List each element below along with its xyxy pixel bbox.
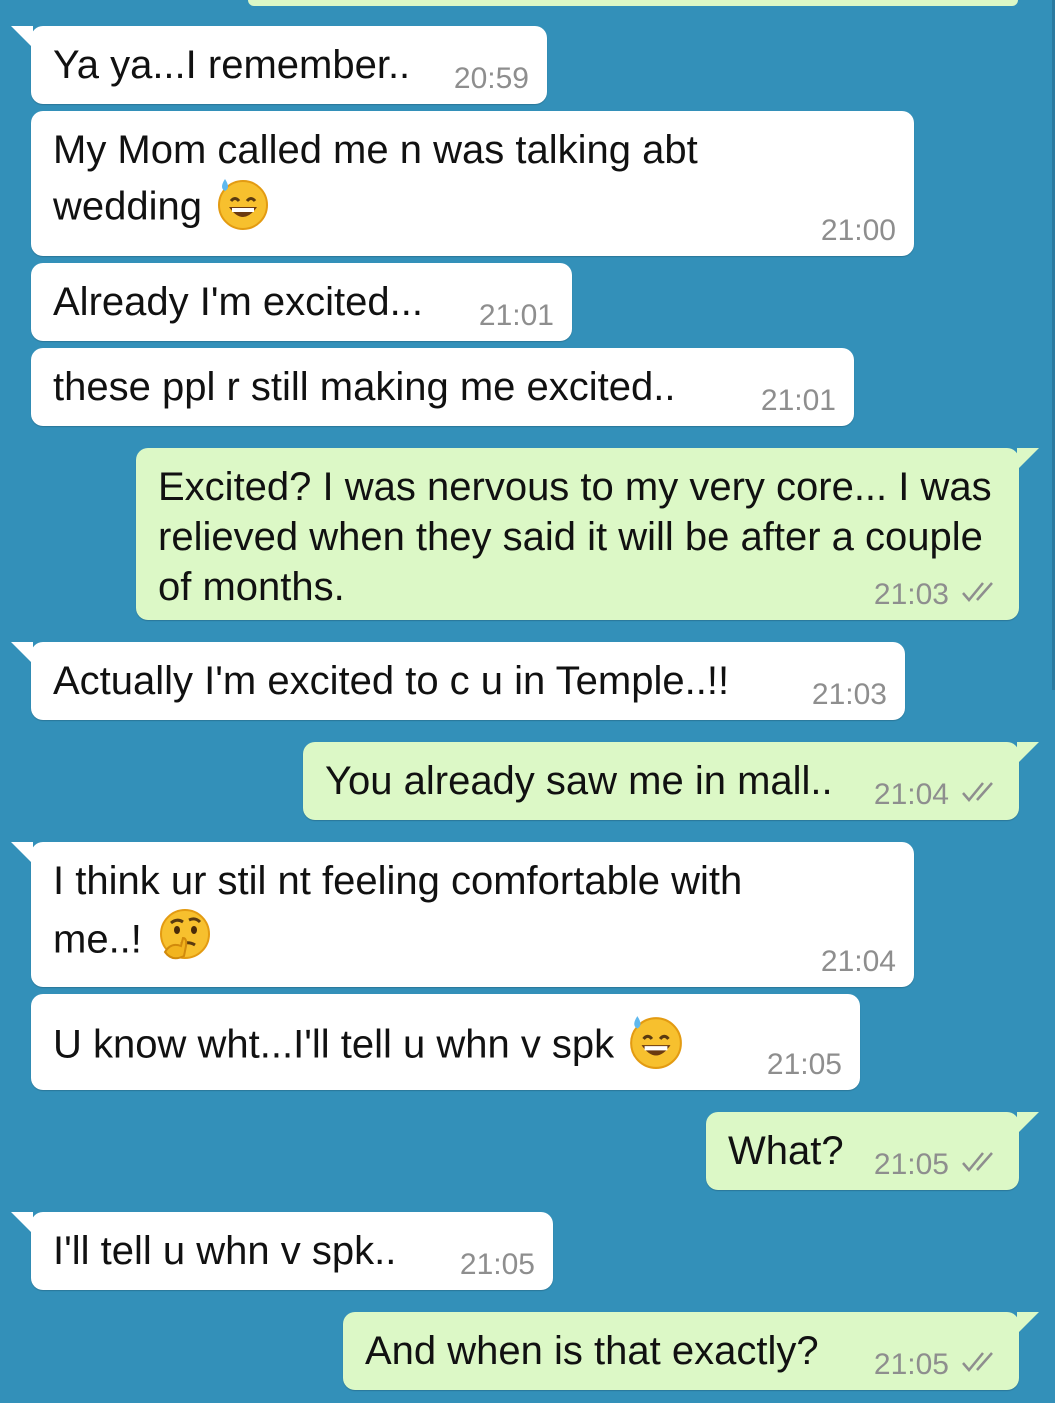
message-text: What? [728, 1129, 844, 1173]
message-time: 20:59 [453, 62, 529, 95]
message-time: 21:05 [459, 1248, 535, 1281]
message-text: these ppl r still making me excited.. [53, 365, 676, 409]
message-text: You already saw me in mall.. [325, 759, 833, 803]
message-bubble-incoming[interactable]: U know wht...I'll tell u whn v spk 21:05 [31, 994, 860, 1090]
message-bubble-outgoing[interactable]: You already saw me in mall.. 21:04 [303, 742, 1039, 820]
message-time: 21:03 [811, 678, 887, 711]
message-bubble-outgoing[interactable]: Excited? I was nervous to my very core..… [136, 448, 1039, 620]
sweat-smile-icon [627, 1012, 685, 1082]
message-time: 21:03 [873, 578, 949, 611]
message-bubble-incoming[interactable]: Already I'm excited... 21:01 [31, 263, 572, 341]
message-bubble-incoming[interactable]: I think ur stil nt feeling comfortable w… [11, 842, 914, 987]
message-bubble-incoming[interactable]: Ya ya...I remember.. 20:59 [11, 26, 547, 104]
thinking-face-icon [155, 906, 215, 978]
message-bubble-incoming[interactable]: I'll tell u whn v spk.. 21:05 [11, 1212, 553, 1290]
double-check-icon [961, 580, 1001, 610]
sweat-smile-icon [215, 175, 271, 243]
message-text: Actually I'm excited to c u in Temple..!… [53, 659, 730, 703]
message-text: I'll tell u whn v spk.. [53, 1229, 397, 1273]
previous-message-edge [248, 0, 1018, 6]
message-time: 21:04 [873, 778, 949, 811]
message-text: Ya ya...I remember.. [53, 43, 411, 87]
message-time: 21:04 [820, 945, 896, 978]
message-bubble-outgoing[interactable]: What? 21:05 [706, 1112, 1039, 1190]
message-text: Excited? I was nervous to my very core..… [158, 465, 992, 609]
message-bubble-incoming[interactable]: these ppl r still making me excited.. 21… [31, 348, 854, 426]
message-text: Already I'm excited... [53, 280, 423, 324]
message-bubble-incoming[interactable]: Actually I'm excited to c u in Temple..!… [11, 642, 905, 720]
message-time: 21:05 [873, 1148, 949, 1181]
message-time: 21:05 [873, 1348, 949, 1381]
message-text: My Mom called me n was talking abt weddi… [53, 128, 698, 229]
message-time: 21:05 [766, 1048, 842, 1081]
double-check-icon [961, 1150, 1001, 1180]
message-time: 21:01 [760, 384, 836, 417]
message-time: 21:01 [478, 299, 554, 332]
message-text: U know wht...I'll tell u whn v spk [53, 1022, 615, 1067]
message-bubble-incoming[interactable]: My Mom called me n was talking abt weddi… [31, 111, 914, 256]
message-text: And when is that exactly? [365, 1329, 819, 1373]
message-bubble-outgoing[interactable]: And when is that exactly? 21:05 [343, 1312, 1039, 1390]
message-time: 21:00 [820, 214, 896, 247]
double-check-icon [961, 1350, 1001, 1380]
double-check-icon [961, 780, 1001, 810]
